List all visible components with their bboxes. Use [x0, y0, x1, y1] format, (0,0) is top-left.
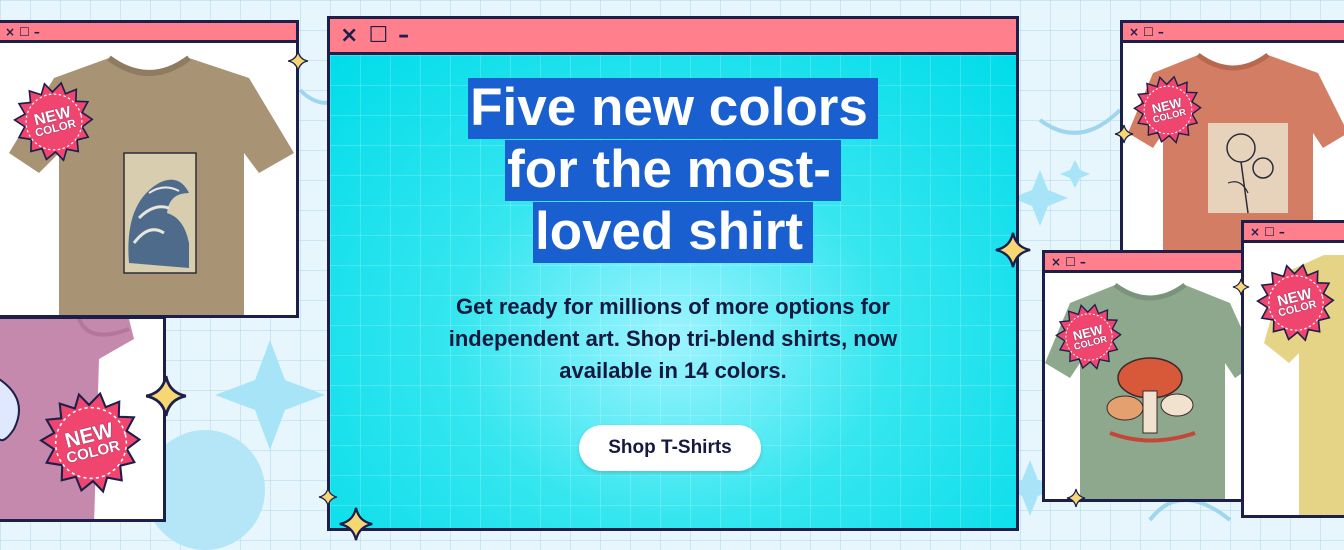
- window-titlebar: × ☐ –: [1045, 253, 1251, 273]
- product-image-sage-mushroom-tshirt[interactable]: NEW COLOR: [1045, 273, 1251, 499]
- close-icon[interactable]: ×: [1250, 226, 1260, 238]
- minimize-icon[interactable]: –: [34, 26, 40, 38]
- product-image-yellow-tshirt[interactable]: NEW COLOR: [1244, 243, 1344, 515]
- hero-content: Five new colors for the most- loved shir…: [330, 55, 1016, 528]
- sparkle-star-icon: [287, 50, 309, 72]
- minimize-icon[interactable]: –: [1158, 26, 1164, 38]
- close-icon[interactable]: ×: [1129, 26, 1139, 38]
- close-icon[interactable]: ×: [5, 26, 15, 38]
- close-icon[interactable]: ×: [1051, 256, 1061, 268]
- sparkle-star-icon: [339, 507, 373, 541]
- maximize-icon[interactable]: ☐: [1065, 256, 1076, 268]
- headline-line-2: for the most-: [505, 140, 841, 201]
- hero-headline: Five new colors for the most- loved shir…: [330, 77, 1016, 263]
- product-window-yellow-shirt[interactable]: × ☐ – NEW COLOR: [1241, 220, 1344, 518]
- product-image-tan-wave-tshirt[interactable]: NEW COLOR: [0, 43, 296, 315]
- minimize-icon[interactable]: –: [1279, 226, 1285, 238]
- headline-line-1: Five new colors: [468, 78, 878, 139]
- sparkle-star-icon: [145, 375, 187, 417]
- sparkle-star-icon: [1114, 124, 1134, 144]
- hero-window: × ☐ – Five new colors for the most- love…: [327, 16, 1019, 531]
- headline-line-3: loved shirt: [532, 202, 813, 263]
- window-titlebar: × ☐ –: [1244, 223, 1344, 243]
- maximize-icon[interactable]: ☐: [1143, 26, 1154, 38]
- product-window-tan-shirt[interactable]: × ☐ – NEW COLOR: [0, 20, 299, 318]
- minimize-icon[interactable]: –: [1080, 256, 1086, 268]
- maximize-icon[interactable]: ☐: [1264, 226, 1275, 238]
- product-window-pink-shirt[interactable]: NEW COLOR: [0, 316, 166, 522]
- hero-subtext: Get ready for millions of more options f…: [448, 294, 898, 383]
- shop-tshirts-button[interactable]: Shop T-Shirts: [579, 425, 761, 471]
- sparkle-star-icon: [995, 232, 1031, 268]
- maximize-icon[interactable]: ☐: [368, 24, 388, 47]
- product-window-sage-shirt[interactable]: × ☐ – NEW COLOR: [1042, 250, 1254, 502]
- sparkle-star-icon: [1066, 488, 1086, 508]
- minimize-icon[interactable]: –: [398, 24, 409, 47]
- window-titlebar: × ☐ –: [1123, 23, 1344, 43]
- sparkle-star-icon: [318, 487, 338, 507]
- close-icon[interactable]: ×: [340, 24, 358, 47]
- maximize-icon[interactable]: ☐: [19, 26, 30, 38]
- window-titlebar: × ☐ –: [0, 23, 296, 43]
- product-image-pink-tshirt[interactable]: NEW COLOR: [0, 319, 163, 519]
- hero-window-titlebar: × ☐ –: [330, 19, 1016, 55]
- sparkle-star-icon: [1232, 278, 1250, 296]
